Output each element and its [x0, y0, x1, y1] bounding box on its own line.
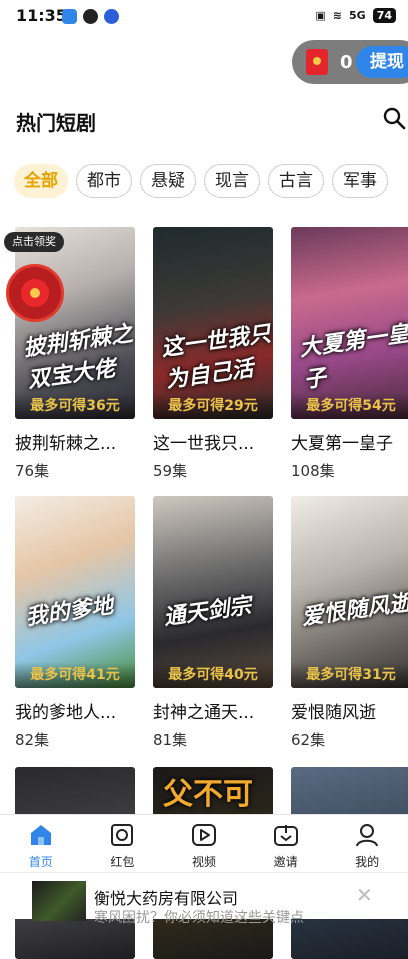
ad-title: 衡悦大药房有限公司 — [94, 889, 239, 908]
bottom-nav: 首页 红包 视频 邀请 我的 — [0, 814, 408, 872]
drama-poster[interactable]: 这一世我只为自己活 最多可得29元 — [153, 227, 273, 419]
nav-profile[interactable]: 我的 — [326, 815, 408, 872]
poster-title-text: 通天剑宗 — [162, 593, 253, 631]
drama-poster[interactable]: 通天剑宗 最多可得40元 — [153, 496, 273, 688]
tap-to-claim-tag[interactable]: 点击领奖 — [4, 232, 64, 252]
nav-video[interactable]: 视频 — [163, 815, 245, 872]
qq-icon — [83, 9, 98, 24]
chip-modern-romance[interactable]: 现言 — [204, 164, 260, 198]
episode-count: 59集 — [153, 462, 188, 480]
poster-reward-text: 最多可得41元 — [15, 662, 135, 688]
drama-card[interactable]: 这一世我只为自己活 最多可得29元 这一世我只... 59集 — [153, 227, 273, 481]
episode-count: 82集 — [15, 731, 50, 749]
drama-title: 这一世我只... — [153, 434, 255, 454]
poster-reward-text: 最多可得54元 — [291, 393, 408, 419]
nav-home[interactable]: 首页 — [0, 815, 82, 872]
poster-reward-text: 最多可得40元 — [153, 662, 273, 688]
status-app-icons — [62, 9, 119, 24]
nav-video-label: 视频 — [191, 855, 216, 869]
poster-title-text: 这一世我只为自己活 — [159, 321, 273, 394]
nav-invite-label: 邀请 — [273, 855, 298, 869]
network-label: 5G — [349, 9, 366, 22]
drama-card[interactable]: 通天剑宗 最多可得40元 封神之通天... 81集 — [153, 496, 273, 750]
red-packet-icon — [111, 824, 134, 846]
battery-icon: 74 — [372, 8, 396, 23]
episode-count: 81集 — [153, 731, 188, 749]
drama-card[interactable]: 大夏第一皇子 最多可得54元 大夏第一皇子 108集 — [291, 227, 408, 481]
withdraw-button[interactable]: 提现 — [356, 46, 408, 78]
poster-title-text: 我的爹地 — [24, 593, 115, 631]
nav-profile-label: 我的 — [355, 855, 380, 869]
ad-subtitle: 寒风困扰？你必须知道这些关键点 — [94, 910, 304, 926]
nav-invite[interactable]: 邀请 — [245, 815, 327, 872]
profile-icon — [356, 824, 379, 847]
ad-banner[interactable]: 衡悦大药房有限公司 寒风困扰？你必须知道这些关键点 ✕ — [0, 872, 408, 926]
drama-title: 封神之通天... — [153, 703, 255, 723]
chip-mystery[interactable]: 悬疑 — [140, 164, 196, 198]
drama-poster[interactable]: 爱恨随风逝 最多可得31元 — [291, 496, 408, 688]
app-notification-icon — [62, 9, 77, 24]
close-icon[interactable]: ✕ — [356, 883, 373, 907]
red-packet-float-icon[interactable] — [6, 264, 64, 322]
poster-reward-text: 最多可得36元 — [15, 393, 135, 419]
search-icon[interactable] — [382, 106, 406, 130]
poster-reward-text: 最多可得29元 — [153, 393, 273, 419]
chip-ancient-romance[interactable]: 古言 — [268, 164, 324, 198]
drama-poster[interactable]: 披荆斩棘之双宝大佬 最多可得36元 — [15, 227, 135, 419]
nav-home-label: 首页 — [28, 855, 53, 869]
drama-poster[interactable]: 大夏第一皇子 最多可得54元 — [291, 227, 408, 419]
status-time: 11:35 — [16, 6, 67, 25]
status-bar: 11:35 ▣ ≋ 5G 74 — [0, 0, 408, 34]
status-indicators: ▣ ≋ 5G 74 — [315, 8, 396, 23]
nav-red-packet[interactable]: 红包 — [82, 815, 164, 872]
coin-count: 0 — [340, 51, 353, 73]
nfc-icon: ▣ — [315, 9, 326, 22]
red-envelope-icon — [306, 49, 328, 75]
drama-card[interactable]: 爱恨随风逝 最多可得31元 爱恨随风逝 62集 — [291, 496, 408, 750]
drama-title: 我的爹地人... — [15, 703, 117, 723]
chip-urban[interactable]: 都市 — [76, 164, 132, 198]
chip-military[interactable]: 军事 — [332, 164, 388, 198]
invite-icon — [273, 825, 298, 846]
wifi-icon: ≋ — [332, 9, 342, 22]
video-icon — [191, 824, 216, 846]
reward-pill[interactable]: 0 提现 — [292, 40, 408, 84]
drama-poster[interactable]: 我的爹地 最多可得41元 — [15, 496, 135, 688]
episode-count: 76集 — [15, 462, 50, 480]
page-title: 热门短剧 — [16, 111, 96, 135]
poster-title-text: 披荆斩棘之双宝大佬 — [21, 321, 135, 394]
chip-all[interactable]: 全部 — [14, 164, 68, 198]
category-chips: 全部 都市 悬疑 现言 古言 军事 — [14, 164, 408, 198]
drama-title: 大夏第一皇子 — [291, 434, 393, 454]
nav-red-packet-label: 红包 — [110, 855, 135, 869]
poster-title-text: 大夏第一皇子 — [297, 321, 408, 394]
drama-title: 爱恨随风逝 — [291, 703, 376, 723]
app-badge-icon — [104, 9, 119, 24]
episode-count: 108集 — [291, 462, 335, 480]
poster-title-text: 爱恨随风逝 — [300, 590, 408, 631]
episode-count: 62集 — [291, 731, 326, 749]
poster-reward-text: 最多可得31元 — [291, 662, 408, 688]
home-icon — [30, 825, 51, 845]
ad-thumbnail[interactable] — [32, 881, 86, 921]
drama-title: 披荆斩棘之... — [15, 434, 117, 454]
drama-card[interactable]: 我的爹地 最多可得41元 我的爹地人... 82集 — [15, 496, 135, 750]
